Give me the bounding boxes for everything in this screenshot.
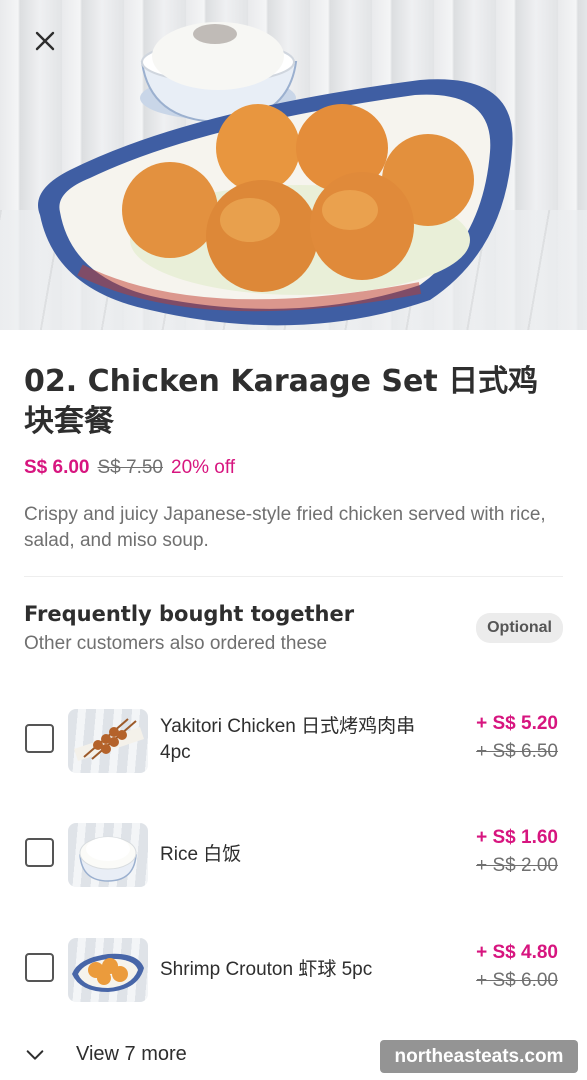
original-price: S$ 7.50 xyxy=(97,457,164,478)
addon-original-price: + S$ 6.50 xyxy=(476,741,558,762)
addon-thumbnail-yakitori xyxy=(68,709,148,773)
discount-label: 20% off xyxy=(171,457,236,478)
addon-name: Shrimp Crouton 虾球 5pc xyxy=(160,959,373,980)
fbt-title: Frequently bought together xyxy=(24,602,355,626)
addon-thumbnail-rice xyxy=(68,823,148,887)
addon-original-price: + S$ 6.00 xyxy=(476,970,558,991)
addon-price: + S$ 5.20 xyxy=(476,713,558,734)
addon-price: + S$ 1.60 xyxy=(476,827,558,848)
addon-item-yakitori[interactable]: Yakitori Chicken 日式烤鸡肉串 4pc + S$ 5.20 + … xyxy=(0,704,587,784)
product-description: Crispy and juicy Japanese-style fried ch… xyxy=(24,504,546,551)
addon-checkbox[interactable] xyxy=(25,953,54,982)
current-price: S$ 6.00 xyxy=(24,457,90,478)
addon-item-shrimp-crouton[interactable]: Shrimp Crouton 虾球 5pc + S$ 4.80 + S$ 6.0… xyxy=(0,933,587,1013)
watermark: northeasteats.com xyxy=(380,1040,578,1073)
view-more-label: View 7 more xyxy=(76,1043,187,1065)
product-hero-image xyxy=(0,0,587,330)
fbt-subtitle: Other customers also ordered these xyxy=(24,633,328,654)
addon-name: Yakitori Chicken 日式烤鸡肉串 4pc xyxy=(160,716,416,763)
view-more-button[interactable]: View 7 more xyxy=(24,1043,187,1066)
addon-item-rice[interactable]: Rice 白饭 + S$ 1.60 + S$ 2.00 xyxy=(0,818,587,898)
close-icon xyxy=(35,31,55,51)
price-row: S$ 6.00 S$ 7.50 20% off xyxy=(24,457,235,479)
optional-badge: Optional xyxy=(476,613,563,643)
product-title: 02. Chicken Karaage Set 日式鸡块套餐 xyxy=(24,364,539,439)
addon-checkbox[interactable] xyxy=(25,838,54,867)
addon-original-price: + S$ 2.00 xyxy=(476,855,558,876)
chevron-down-icon xyxy=(26,1049,44,1060)
addon-thumbnail-shrimp xyxy=(68,938,148,1002)
addon-name: Rice 白饭 xyxy=(160,844,242,865)
close-button[interactable] xyxy=(26,22,64,60)
divider xyxy=(24,576,563,577)
addon-checkbox[interactable] xyxy=(25,724,54,753)
addon-price: + S$ 4.80 xyxy=(476,942,558,963)
